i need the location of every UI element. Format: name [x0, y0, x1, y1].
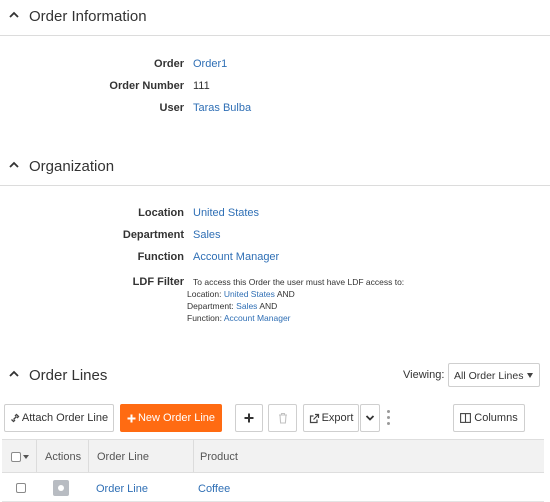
trash-icon: [278, 412, 287, 424]
field-order: Order Order1: [0, 56, 550, 74]
column-divider: [36, 440, 37, 472]
ldf-and: AND: [276, 289, 295, 299]
department-link[interactable]: Sales: [193, 229, 221, 241]
columns-button[interactable]: Columns: [453, 404, 525, 432]
order-lines-header[interactable]: Order Lines: [0, 359, 390, 395]
plus-icon: [244, 413, 254, 423]
field-label: User: [159, 102, 184, 114]
viewing-select[interactable]: All Order Lines: [448, 363, 540, 387]
chevron-down-icon[interactable]: [23, 455, 29, 459]
function-link[interactable]: Account Manager: [193, 251, 279, 263]
columns-icon: [460, 413, 472, 423]
chevron-up-icon[interactable]: [8, 159, 20, 171]
column-header-order-line[interactable]: Order Line: [97, 451, 149, 463]
column-divider: [193, 440, 194, 472]
column-header-actions[interactable]: Actions: [45, 451, 81, 463]
field-label: Order: [154, 58, 184, 70]
grid-header: Actions Order Line Product: [2, 439, 544, 473]
user-link[interactable]: Taras Bulba: [193, 102, 251, 114]
column-header-product[interactable]: Product: [200, 451, 238, 463]
select-all-checkbox[interactable]: [11, 452, 21, 462]
plus-icon: [127, 414, 136, 422]
export-dropdown-button[interactable]: [360, 404, 380, 432]
ldf-department-link[interactable]: Sales: [236, 301, 257, 311]
section-title: Organization: [29, 158, 115, 175]
field-label: Location: [138, 207, 184, 219]
kebab-icon[interactable]: [387, 410, 391, 426]
gear-icon[interactable]: [53, 480, 69, 496]
ldf-intro: To access this Order the user must have …: [193, 277, 405, 287]
order-link[interactable]: Order1: [193, 58, 227, 70]
viewing-label: Viewing:: [403, 369, 445, 381]
table-row: Order Line Coffee: [2, 474, 544, 502]
order-number-value: 111: [193, 80, 210, 92]
field-department: Department Sales: [0, 227, 550, 245]
chevron-up-icon[interactable]: [8, 368, 20, 380]
export-label: Export: [321, 412, 354, 424]
chevron-down-icon: [365, 415, 375, 421]
ldf-location-link[interactable]: United States: [224, 289, 275, 299]
ldf-function-line: Function: Account Manager: [187, 313, 291, 323]
field-label: LDF Filter: [132, 276, 184, 288]
ldf-and: AND: [259, 301, 278, 311]
order-information-header[interactable]: Order Information: [0, 0, 550, 36]
ldf-location-label: Location:: [187, 289, 222, 299]
section-title: Order Lines: [29, 367, 108, 384]
export-icon: [309, 413, 319, 423]
organization-header[interactable]: Organization: [0, 150, 550, 186]
field-location: Location United States: [0, 205, 550, 223]
field-label: Function: [137, 251, 184, 263]
new-label: New Order Line: [137, 412, 216, 424]
ldf-function-label: Function:: [187, 313, 222, 323]
attach-label: Attach Order Line: [21, 412, 109, 424]
field-label: Department: [122, 229, 184, 241]
ldf-location-line: Location: United States AND: [187, 289, 295, 299]
row-checkbox[interactable]: [16, 483, 26, 493]
link-icon: [10, 413, 20, 423]
field-label: Order Number: [109, 80, 184, 92]
attach-order-line-button[interactable]: Attach Order Line: [4, 404, 114, 432]
columns-label: Columns: [474, 412, 518, 424]
field-function: Function Account Manager: [0, 249, 550, 267]
column-divider: [88, 440, 89, 472]
ldf-department-label: Department:: [187, 301, 234, 311]
ldf-function-link[interactable]: Account Manager: [224, 313, 291, 323]
field-order-number: Order Number 111: [0, 78, 550, 96]
delete-button[interactable]: [268, 404, 297, 432]
viewing-value: All Order Lines: [454, 370, 524, 382]
order-line-link[interactable]: Order Line: [96, 483, 148, 495]
chevron-down-icon: [527, 373, 533, 378]
location-link[interactable]: United States: [193, 207, 259, 219]
field-user: User Taras Bulba: [0, 100, 550, 118]
export-button[interactable]: Export: [303, 404, 359, 432]
ldf-department-line: Department: Sales AND: [187, 301, 277, 311]
product-link[interactable]: Coffee: [198, 483, 230, 495]
chevron-up-icon[interactable]: [8, 9, 20, 21]
section-title: Order Information: [29, 8, 147, 25]
new-order-line-button[interactable]: New Order Line: [120, 404, 222, 432]
add-button[interactable]: [235, 404, 263, 432]
